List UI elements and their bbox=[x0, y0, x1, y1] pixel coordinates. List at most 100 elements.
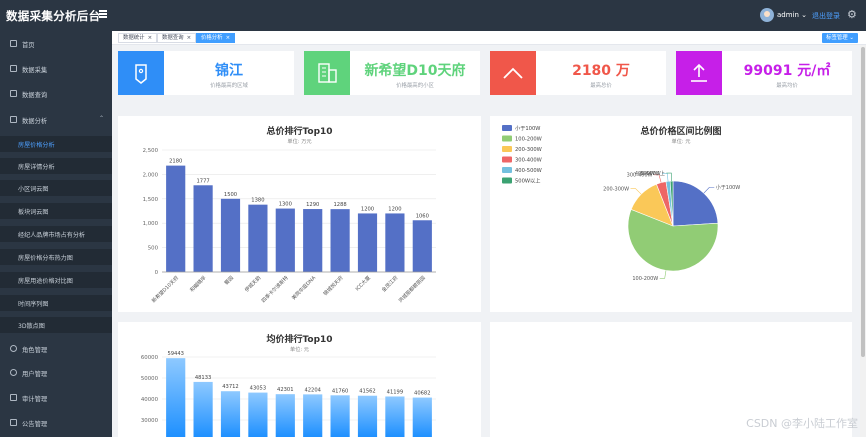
close-icon[interactable]: × bbox=[226, 35, 231, 41]
submenu-community-wordcloud[interactable]: 小区词云图 bbox=[0, 180, 112, 196]
x-tick-label: ICC大厦 bbox=[354, 274, 372, 292]
legend-swatch[interactable] bbox=[502, 156, 512, 163]
bar[interactable] bbox=[412, 220, 432, 272]
submenu-label: 时间序列图 bbox=[18, 301, 49, 308]
tag-data-stats[interactable]: 数据统计 × bbox=[118, 33, 158, 43]
bar[interactable] bbox=[330, 209, 350, 272]
legend-label[interactable]: 100-200W bbox=[515, 137, 542, 143]
bar-value-label: 1300 bbox=[279, 202, 292, 208]
submenu-block-wordcloud[interactable]: 板块词云图 bbox=[0, 203, 112, 219]
submenu-time-series[interactable]: 时间序列图 bbox=[0, 295, 112, 311]
bar-value-label: 1288 bbox=[333, 202, 346, 208]
sidebar-item-home[interactable]: 首页 bbox=[0, 36, 112, 52]
sidebar-item-audit[interactable]: 审计管理 bbox=[0, 390, 112, 406]
x-tick-label: 伊城天韵 bbox=[243, 274, 262, 293]
analysis-icon bbox=[10, 116, 17, 123]
pie-slice[interactable] bbox=[672, 180, 719, 227]
bar[interactable] bbox=[220, 391, 241, 437]
sidebar-item-collect[interactable]: 数据采集 bbox=[0, 61, 112, 77]
sidebar-item-label: 数据分析 bbox=[22, 118, 48, 125]
logout-link[interactable]: 退出登录 bbox=[812, 11, 840, 21]
bar[interactable] bbox=[193, 381, 213, 437]
y-tick-label: 50000 bbox=[141, 376, 159, 382]
legend-swatch[interactable] bbox=[502, 167, 512, 173]
avg-price-bar-chart: 30000 40000 50000 60000 59443 48133 43712 43053… bbox=[141, 351, 436, 437]
bar[interactable] bbox=[166, 165, 186, 272]
submenu-price-analysis[interactable]: 房屋价格分析 bbox=[0, 136, 112, 152]
bar[interactable] bbox=[275, 394, 295, 437]
x-tick-label: 和樾晴岸 bbox=[188, 274, 207, 293]
bar[interactable] bbox=[220, 198, 241, 272]
menu-toggle-icon[interactable] bbox=[99, 10, 107, 18]
tag-label: 价格分析 bbox=[201, 35, 223, 41]
sidebar-item-users[interactable]: 用户管理 bbox=[0, 365, 112, 381]
legend-swatch[interactable] bbox=[502, 135, 512, 142]
bar[interactable] bbox=[330, 395, 350, 437]
bar[interactable] bbox=[303, 209, 323, 272]
bar[interactable] bbox=[275, 208, 295, 272]
watermark: CSDN @李小陆工作室 bbox=[746, 417, 858, 430]
legend-swatch[interactable] bbox=[502, 177, 512, 184]
send-icon bbox=[10, 90, 17, 97]
legend-label[interactable]: 200-300W bbox=[515, 147, 542, 153]
bar[interactable] bbox=[385, 396, 405, 437]
submenu-3d-scatter[interactable]: 3D散点图 bbox=[0, 317, 112, 333]
scrollbar-thumb[interactable] bbox=[861, 47, 865, 357]
bar[interactable] bbox=[385, 213, 405, 272]
submenu-label: 房屋价格分布热力图 bbox=[18, 255, 73, 262]
legend-label[interactable]: 400-500W bbox=[515, 168, 542, 174]
x-tick-label: 金茂江府 bbox=[380, 274, 399, 293]
legend-label[interactable]: 小于100W bbox=[515, 124, 540, 132]
audit-icon bbox=[10, 394, 17, 401]
pie-leader-line bbox=[703, 187, 715, 194]
submenu-agent-share[interactable]: 经纪人品牌市场占有分析 bbox=[0, 226, 112, 242]
close-icon[interactable]: × bbox=[187, 35, 192, 41]
legend-label[interactable]: 300-400W bbox=[515, 158, 542, 164]
tags-manage-button[interactable]: 标签管理 ⌄ bbox=[822, 33, 858, 43]
legend-swatch[interactable] bbox=[502, 146, 512, 152]
sidebar-item-notices[interactable]: 公告管理 bbox=[0, 415, 112, 431]
tag-price-analysis[interactable]: 价格分析 × bbox=[196, 33, 236, 43]
sidebar-item-label: 角色管理 bbox=[22, 347, 48, 354]
legend-label[interactable]: 500W以上 bbox=[515, 177, 540, 185]
settings-gear-icon[interactable]: ⚙ bbox=[847, 9, 859, 21]
y-tick-label: 0 bbox=[155, 270, 159, 276]
bar[interactable] bbox=[166, 358, 186, 437]
avg-price-chart-panel: 均价排行Top10 单位: 元 30000 40000 50000 60000 5944… bbox=[118, 322, 481, 437]
tag-data-query[interactable]: 数据查询 × bbox=[157, 33, 197, 43]
sidebar-item-roles[interactable]: 角色管理 bbox=[0, 341, 112, 357]
bar[interactable] bbox=[248, 204, 268, 272]
submenu-price-heatmap[interactable]: 房屋价格分布热力图 bbox=[0, 249, 112, 265]
total-price-bar-chart: 0 500 1,000 1,500 2,000 2,500 2180 新希望D10天府 1777… bbox=[143, 148, 436, 304]
sidebar-item-query[interactable]: 数据查询 bbox=[0, 86, 112, 102]
bar[interactable] bbox=[303, 394, 323, 437]
submenu-label: 房屋详情分析 bbox=[18, 164, 55, 171]
page-scrollbar[interactable] bbox=[860, 45, 866, 437]
price-range-pie-chart: 小于100W 100-200W 200-300W 300-400W 400-500W 50… bbox=[502, 124, 740, 282]
submenu-usage-compare[interactable]: 房屋用途价格对比图 bbox=[0, 272, 112, 288]
notice-icon bbox=[10, 419, 17, 426]
pie-leader-line bbox=[630, 188, 642, 195]
x-tick-label: 蜀园 bbox=[224, 275, 235, 286]
pie-leader-line bbox=[659, 270, 667, 279]
chevron-down-icon: ⌄ bbox=[849, 35, 854, 41]
bar[interactable] bbox=[412, 397, 432, 437]
building-icon bbox=[304, 51, 350, 95]
sidebar-item-analysis[interactable]: 数据分析 ⌃ bbox=[0, 112, 112, 128]
username: admin bbox=[777, 11, 799, 19]
avatar[interactable] bbox=[760, 8, 774, 22]
bar[interactable] bbox=[357, 213, 378, 272]
bar[interactable] bbox=[248, 392, 268, 437]
gear-icon bbox=[10, 345, 17, 352]
user-menu[interactable]: admin ⌄ bbox=[777, 11, 807, 19]
stat-caption: 价格最高的小区 bbox=[396, 83, 434, 89]
close-icon[interactable]: × bbox=[148, 35, 153, 41]
legend-swatch[interactable] bbox=[502, 125, 512, 131]
stat-value: 锦江 bbox=[215, 63, 243, 79]
submenu-detail-analysis[interactable]: 房屋详情分析 bbox=[0, 158, 112, 174]
bar[interactable] bbox=[357, 395, 378, 437]
collect-icon bbox=[10, 65, 17, 72]
x-tick-label: 锦城悦天府 bbox=[322, 274, 345, 297]
bar[interactable] bbox=[193, 185, 213, 272]
y-tick-label: 2,500 bbox=[143, 148, 159, 154]
